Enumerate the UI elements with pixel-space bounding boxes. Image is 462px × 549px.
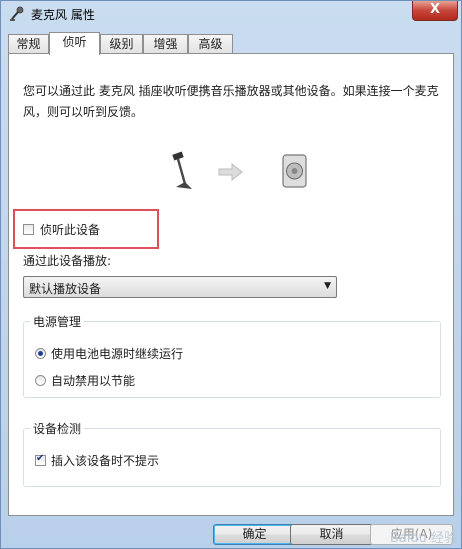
microphone-icon — [10, 6, 24, 21]
power-keep-running-radio[interactable] — [35, 348, 46, 359]
listen-device-checkbox[interactable] — [23, 224, 34, 235]
cancel-button[interactable]: 取消 — [290, 524, 373, 545]
watermark: Baidu 经验 — [389, 531, 457, 546]
description-text: 您可以通过此 麦克风 插座收听便携音乐播放器或其他设备。如果连接一个麦克风，则可… — [23, 84, 439, 119]
listen-device-label: 侦听此设备 — [40, 223, 101, 237]
device-detection-group: 设备检测 插入该设备时不提示 — [23, 420, 441, 487]
tab-panel: 您可以通过此 麦克风 插座收听便携音乐播放器或其他设备。如果连接一个麦克风，则可… — [8, 53, 454, 516]
speaker-device-icon — [282, 154, 307, 188]
power-management-title: 电源管理 — [30, 313, 85, 330]
device-flow-illustration — [172, 151, 307, 189]
no-prompt-on-insert-label: 插入该设备时不提示 — [51, 454, 160, 468]
window-title: 麦克风 属性 — [31, 8, 95, 22]
power-auto-disable-label: 自动禁用以节能 — [51, 374, 136, 388]
power-management-group: 电源管理 使用电池电源时继续运行 自动禁用以节能 — [23, 313, 441, 398]
properties-window: 麦克风 属性 X 常规 侦听 级别 增强 高级 您可以通过此 麦克风 插座收听便… — [0, 0, 462, 549]
tab-advanced[interactable]: 高级 — [188, 34, 233, 53]
chevron-down-icon: ▼ — [324, 281, 331, 291]
power-keep-running-label: 使用电池电源时继续运行 — [51, 347, 184, 361]
playback-device-value: 默认播放设备 — [29, 282, 102, 296]
playback-device-label: 通过此设备播放: — [23, 254, 112, 268]
tab-listen[interactable]: 侦听 — [49, 32, 100, 55]
close-button[interactable]: X — [412, 1, 458, 21]
tab-enhancements[interactable]: 增强 — [143, 34, 188, 53]
power-auto-disable-radio[interactable] — [35, 375, 46, 386]
playback-device-select[interactable]: 默认播放设备 ▼ — [23, 276, 337, 298]
device-detection-title: 设备检测 — [30, 420, 85, 437]
tab-levels[interactable]: 级别 — [100, 34, 143, 53]
microphone-device-icon — [172, 151, 192, 189]
title-bar: 麦克风 属性 X — [1, 1, 461, 27]
tab-general[interactable]: 常规 — [8, 34, 49, 53]
ok-button[interactable]: 确定 — [213, 524, 296, 545]
arrow-right-icon — [218, 162, 243, 182]
no-prompt-on-insert-checkbox[interactable] — [35, 453, 46, 466]
